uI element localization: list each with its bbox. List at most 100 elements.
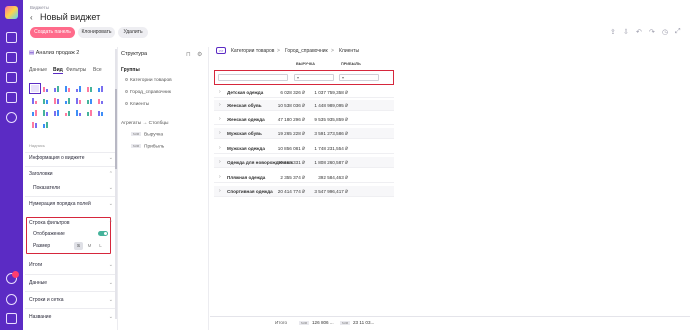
- table-row[interactable]: › Женская обувь 10 538 036 ₽1 448 989,095 …: [214, 100, 394, 111]
- section-data[interactable]: Данные ⌄: [29, 280, 113, 286]
- tab-filters[interactable]: Фильтры: [66, 67, 86, 73]
- chevron-right-icon[interactable]: ›: [219, 174, 221, 180]
- create-panel-button[interactable]: Создать панель: [30, 27, 75, 38]
- chevron-right-icon[interactable]: ›: [219, 159, 221, 165]
- filter-input-profit[interactable]: ▾: [339, 74, 379, 81]
- table-row[interactable]: › Пляжная одежда 2 355 374 ₽392 584,463 ₽: [214, 172, 394, 183]
- sankey-type-icon[interactable]: [31, 121, 39, 128]
- map-type-icon[interactable]: [97, 97, 105, 104]
- tab-view[interactable]: Вид: [53, 67, 63, 74]
- chevron-right-icon[interactable]: ›: [219, 188, 221, 194]
- heatmap-type-icon[interactable]: [42, 109, 50, 116]
- home-icon[interactable]: [6, 32, 17, 43]
- group-item[interactable]: Город_справочник: [125, 90, 171, 95]
- filter-input-revenue[interactable]: ▾: [294, 74, 334, 81]
- total-profit: SUM 23 11 03...: [340, 320, 375, 325]
- section-numbering[interactable]: Нумерация порядка полей ⌄: [29, 201, 113, 207]
- scatter-type-icon[interactable]: [64, 97, 72, 104]
- divider: [25, 152, 115, 153]
- table-row[interactable]: › Одежда для новорожденных 10 168 331 ₽1 8…: [214, 157, 394, 168]
- size-option-l[interactable]: L: [96, 242, 105, 250]
- size-option-m[interactable]: M: [85, 242, 94, 250]
- group-item[interactable]: Категории товаров: [125, 78, 172, 83]
- table-row[interactable]: › Мужская обувь 19 265 228 ₽3 591 273,586 …: [214, 128, 394, 139]
- measure-item[interactable]: SUM Прибыль: [131, 144, 164, 149]
- section-headers[interactable]: Заголовки ⌃: [29, 171, 113, 177]
- filter-input-category[interactable]: [218, 74, 288, 81]
- hbar-type-icon[interactable]: [31, 97, 39, 104]
- combo-type-icon[interactable]: [97, 85, 105, 92]
- bar-type-icon[interactable]: [42, 85, 50, 92]
- chevron-right-icon[interactable]: ›: [219, 145, 221, 151]
- divider: [25, 166, 115, 167]
- lock-icon[interactable]: ⊓: [186, 51, 191, 58]
- breadcrumb-item[interactable]: Категории товаров: [231, 48, 274, 54]
- table-row[interactable]: › Женская одежда 47 180 296 ₽9 535 935,859…: [214, 114, 394, 125]
- breadcrumb-item[interactable]: Город_справочник: [285, 48, 328, 54]
- breadcrumb-separator: >: [277, 48, 280, 54]
- widget-name[interactable]: ▤ Анализ продаж 2: [29, 50, 79, 56]
- waterfall-type-icon[interactable]: [75, 109, 83, 116]
- sum-badge: SUM: [299, 320, 309, 325]
- display-toggle[interactable]: [98, 231, 108, 236]
- chevron-right-icon[interactable]: ›: [219, 130, 221, 136]
- undo-icon[interactable]: ↶: [636, 28, 642, 36]
- treemap-type-icon[interactable]: [53, 109, 61, 116]
- delete-button[interactable]: Удалить: [118, 27, 148, 38]
- pie-type-icon[interactable]: [42, 97, 50, 104]
- chevron-right-icon[interactable]: ›: [219, 116, 221, 122]
- document-icon[interactable]: [6, 52, 17, 63]
- table-type-icon[interactable]: [29, 83, 41, 94]
- logout-icon[interactable]: [6, 313, 17, 324]
- chart-icon[interactable]: [6, 72, 17, 83]
- measure-item[interactable]: SUM Выручка: [131, 132, 163, 137]
- section-totals[interactable]: Итоги ⌄: [29, 262, 113, 268]
- text-type-icon[interactable]: [42, 121, 50, 128]
- column-header-revenue[interactable]: ВЫРУЧКА: [296, 62, 315, 66]
- fullscreen-icon[interactable]: ⤢: [675, 28, 681, 36]
- group-item[interactable]: Клиенты: [125, 102, 149, 107]
- back-icon[interactable]: ‹: [30, 13, 33, 22]
- settings-icon[interactable]: [6, 112, 17, 123]
- radar-type-icon[interactable]: [64, 109, 72, 116]
- chevron-down-icon: ⌄: [108, 201, 113, 207]
- stacked-type-icon[interactable]: [64, 85, 72, 92]
- chevron-right-icon[interactable]: ›: [219, 102, 221, 108]
- clone-button[interactable]: Клонировать: [78, 27, 115, 38]
- section-filter-row[interactable]: Строка фильтров ⌃: [29, 220, 113, 226]
- app-logo-icon[interactable]: [5, 6, 18, 19]
- section-indicators[interactable]: Показатели ⌄: [33, 185, 113, 191]
- column-type-icon[interactable]: [53, 85, 61, 92]
- gauge-type-icon[interactable]: [86, 97, 94, 104]
- settings-icon[interactable]: ⚙: [197, 51, 202, 58]
- expand-button[interactable]: >>: [216, 47, 226, 54]
- share-icon[interactable]: ⇪: [610, 28, 616, 36]
- box-type-icon[interactable]: [97, 109, 105, 116]
- chevron-down-icon: ⌄: [108, 262, 113, 268]
- kpi-type-icon[interactable]: [31, 109, 39, 116]
- donut-type-icon[interactable]: [53, 97, 61, 104]
- section-widget-info[interactable]: Информация о виджете ⌄: [29, 155, 113, 161]
- table-row[interactable]: › Мужская одежда 10 856 081 ₽1 748 231,554…: [214, 143, 394, 154]
- tab-data[interactable]: Данные: [29, 67, 47, 73]
- histogram-type-icon[interactable]: [86, 109, 94, 116]
- section-name[interactable]: Название ⌄: [29, 314, 113, 320]
- breadcrumb[interactable]: Виджеты: [30, 5, 49, 10]
- table-row[interactable]: › Спортивная одежда 20 414 774 ₽3 547 996,…: [214, 186, 394, 197]
- tab-all[interactable]: Все: [93, 67, 102, 73]
- save-icon[interactable]: ⇩: [623, 28, 629, 36]
- section-rows-grid[interactable]: Строки и сетка ⌄: [29, 297, 113, 303]
- divider: [25, 274, 115, 275]
- area-type-icon[interactable]: [86, 85, 94, 92]
- redo-icon[interactable]: ↷: [649, 28, 655, 36]
- funnel-type-icon[interactable]: [75, 97, 83, 104]
- line-type-icon[interactable]: [75, 85, 83, 92]
- breadcrumb-item[interactable]: Клиенты: [339, 48, 359, 54]
- history-icon[interactable]: ◷: [662, 28, 668, 36]
- column-header-profit[interactable]: ПРИБЫЛЬ: [341, 62, 361, 66]
- size-option-s[interactable]: S: [74, 242, 83, 250]
- profile-icon[interactable]: [6, 294, 17, 305]
- chevron-right-icon[interactable]: ›: [219, 89, 221, 95]
- grid-icon[interactable]: [6, 92, 17, 103]
- table-row[interactable]: › Детская одежда 6 028 326 ₽1 037 759,358 …: [214, 87, 394, 98]
